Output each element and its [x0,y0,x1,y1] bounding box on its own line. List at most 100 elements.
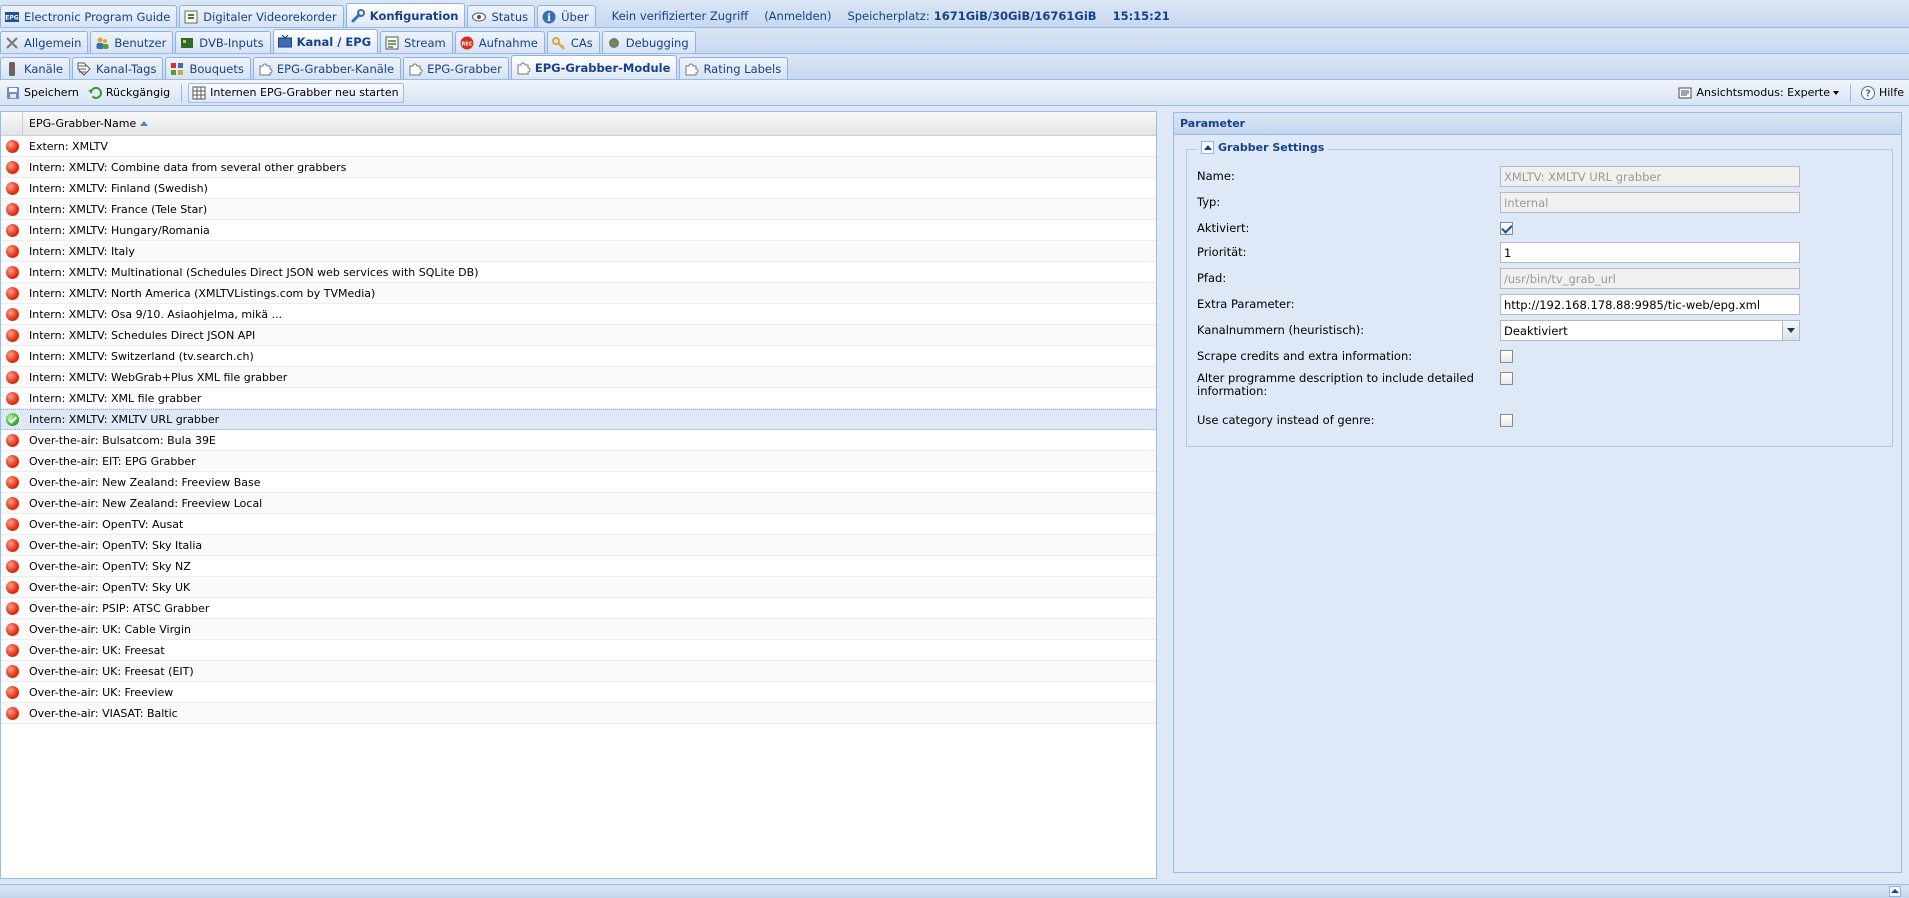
type-row: Typ: [1197,192,1800,213]
expand-up-icon[interactable] [1889,886,1901,897]
config-tab-0[interactable]: Allgemein [0,31,89,53]
toolbar-separator [1849,83,1851,102]
tab-label: Debugging [625,35,689,50]
status-cell [1,413,23,426]
main-tab-4[interactable]: i Über [537,5,596,27]
main-tab-2[interactable]: Konfiguration [345,3,466,27]
type-label: Typ: [1197,195,1221,209]
disabled-status-icon [5,643,19,657]
table-row[interactable]: Over-the-air: UK: Freesat (EIT) [1,661,1156,682]
chevron-down-icon[interactable] [1782,321,1799,340]
table-row[interactable]: Over-the-air: OpenTV: Sky Italia [1,535,1156,556]
grabber-name: Intern: XMLTV: XML file grabber [29,391,202,405]
table-row[interactable]: Over-the-air: UK: Cable Virgin [1,619,1156,640]
type-field[interactable] [1500,192,1800,213]
channel-epg-tab-1[interactable]: Kanal-Tags [72,57,164,79]
status-column-header[interactable] [1,112,23,135]
disabled-status-icon [5,601,19,615]
alter-description-checkbox[interactable] [1500,372,1513,385]
grabber-name: Intern: XMLTV: Hungary/Romania [29,223,210,237]
scrape-checkbox[interactable] [1500,350,1513,363]
status-info: Kein verifizierter Zugriff (Anmelden) Spei… [612,5,1170,27]
disabled-status-icon [5,349,19,363]
table-row[interactable]: Over-the-air: OpenTV: Sky NZ [1,556,1156,577]
config-tab-5[interactable]: REC Aufnahme [454,31,545,53]
table-row[interactable]: Intern: XMLTV: Osa 9/10. Asiaohjelma, mi… [1,304,1156,325]
channel-epg-tab-2[interactable]: Bouquets [165,57,251,79]
table-row[interactable]: Intern: XMLTV: Switzerland (tv.search.ch… [1,346,1156,367]
disabled-status-icon [5,181,19,195]
channel-numbers-select[interactable]: Deaktiviert [1500,320,1800,341]
name-field[interactable] [1500,166,1800,187]
table-row[interactable]: Intern: XMLTV: France (Tele Star) [1,199,1156,220]
priority-label: Priorität: [1197,245,1247,259]
view-mode-dropdown[interactable]: Ansichtsmodus: Experte [1674,83,1844,103]
table-row[interactable]: Intern: XMLTV: WebGrab+Plus XML file gra… [1,367,1156,388]
table-row[interactable]: Intern: XMLTV: Finland (Swedish) [1,178,1156,199]
channel-epg-tab-5[interactable]: EPG-Grabber-Module [510,55,678,79]
extra-parameter-row: Extra Parameter: [1197,294,1800,315]
category-checkbox[interactable] [1500,414,1513,427]
table-row[interactable]: Over-the-air: VIASAT: Baltic [1,703,1156,724]
config-tab-2[interactable]: DVB-Inputs [175,31,271,53]
table-row[interactable]: Intern: XMLTV: XMLTV URL grabber [1,409,1156,430]
table-row[interactable]: Over-the-air: OpenTV: Sky UK [1,577,1156,598]
config-tab-3[interactable]: Kanal / EPG [272,29,379,53]
main-tab-0[interactable]: EPG Electronic Program Guide [0,5,178,27]
status-cell [1,580,23,594]
channel-epg-tab-bar: Kanäle Kanal-Tags Bouquets EPG-Grabber-Kanä… [0,54,1909,80]
svg-text:EPG: EPG [5,14,18,21]
table-row[interactable]: Intern: XMLTV: North America (XMLTVListi… [1,283,1156,304]
table-row[interactable]: Over-the-air: UK: Freesat [1,640,1156,661]
restart-epg-grabber-button[interactable]: Internen EPG-Grabber neu starten [188,82,404,103]
table-row[interactable]: Over-the-air: PSIP: ATSC Grabber [1,598,1156,619]
key-icon [551,35,567,51]
status-cell [1,685,23,699]
channel-epg-tab-3[interactable]: EPG-Grabber-Kanäle [252,57,402,79]
priority-field[interactable] [1500,242,1800,263]
table-row[interactable]: Intern: XMLTV: Combine data from several… [1,157,1156,178]
path-field[interactable] [1500,268,1800,289]
table-row[interactable]: Over-the-air: OpenTV: Ausat [1,514,1156,535]
grabber-name: Over-the-air: EIT: EPG Grabber [29,454,196,468]
channel-epg-tab-0[interactable]: Kanäle [0,57,70,79]
status-cell [1,307,23,321]
undo-button[interactable]: Rückgängig [84,83,175,103]
tab-label: EPG-Grabber [427,61,502,76]
disabled-status-icon [5,244,19,258]
collapse-icon[interactable] [1201,141,1214,154]
config-tab-7[interactable]: Debugging [601,31,696,53]
table-row[interactable]: Over-the-air: Bulsatcom: Bula 39E [1,430,1156,451]
channel-numbers-label: Kanalnummern (heuristisch): [1197,323,1365,337]
channel-epg-tab-4[interactable]: EPG-Grabber [403,57,509,79]
config-tab-6[interactable]: CAs [546,31,600,53]
grabber-name: Intern: XMLTV: North America (XMLTVListi… [29,286,376,300]
table-row[interactable]: Over-the-air: New Zealand: Freeview Loca… [1,493,1156,514]
main-tab-1[interactable]: Digitaler Videorekorder [179,5,344,27]
config-tab-1[interactable]: Benutzer [90,31,174,53]
enabled-checkbox[interactable] [1500,222,1513,235]
login-link[interactable]: (Anmelden) [764,9,831,23]
main-tab-3[interactable]: Status [467,5,536,27]
table-row[interactable]: Intern: XMLTV: Multinational (Schedules … [1,262,1156,283]
table-row[interactable]: Intern: XMLTV: Italy [1,241,1156,262]
save-button[interactable]: Speichern [2,83,84,103]
table-row[interactable]: Intern: XMLTV: XML file grabber [1,388,1156,409]
table-row[interactable]: Over-the-air: New Zealand: Freeview Base [1,472,1156,493]
config-tab-4[interactable]: Stream [380,31,453,53]
tab-label: Stream [404,35,446,50]
path-label: Pfad: [1197,271,1227,285]
table-row[interactable]: Over-the-air: UK: Freeview [1,682,1156,703]
table-row[interactable]: Over-the-air: EIT: EPG Grabber [1,451,1156,472]
table-row[interactable]: Extern: XMLTV [1,136,1156,157]
puzzle-icon [407,61,423,77]
help-button[interactable]: ? Hilfe [1857,83,1909,103]
extra-parameter-field[interactable] [1500,294,1800,315]
grabber-name: Over-the-air: OpenTV: Sky Italia [29,538,203,552]
table-row[interactable]: Intern: XMLTV: Schedules Direct JSON API [1,325,1156,346]
name-column-header[interactable]: EPG-Grabber-Name [23,117,149,130]
disabled-status-icon [5,475,19,489]
info-icon: i [541,9,557,25]
table-row[interactable]: Intern: XMLTV: Hungary/Romania [1,220,1156,241]
channel-epg-tab-6[interactable]: Rating Labels [679,57,789,79]
